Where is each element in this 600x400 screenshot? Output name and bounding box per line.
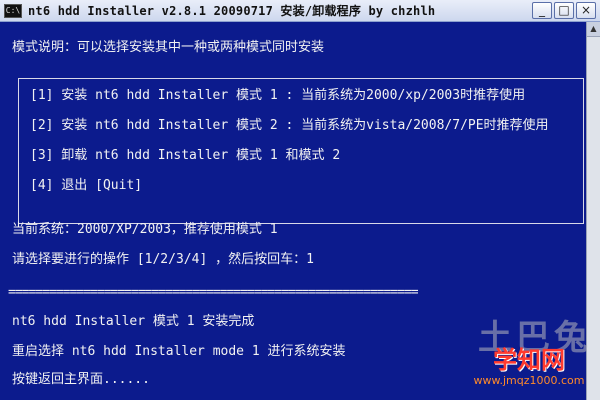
current-system-line: 当前系统：2000/XP/2003，推荐使用模式 1 xyxy=(12,222,278,237)
watermark-url: www.jmqz1000.com xyxy=(473,374,585,387)
result-line-2: 重启选择 nt6 hdd Installer mode 1 进行系统安装 xyxy=(12,344,346,359)
option-2: [2] 安装 nt6 hdd Installer 模式 2 : 当前系统为vis… xyxy=(30,118,549,133)
mode-description: 模式说明：可以选择安装其中一种或两种模式同时安装 xyxy=(12,40,325,55)
window-title: nt6 hdd Installer v2.8.1 20090717 安装/卸载程… xyxy=(28,4,436,18)
watermark-logo: 学知网 www.jmqz1000.com xyxy=(470,346,588,398)
prompt-line: 请选择要进行的操作 [1/2/3/4] ，然后按回车：1 xyxy=(12,252,314,267)
option-1: [1] 安装 nt6 hdd Installer 模式 1 : 当前系统为200… xyxy=(30,88,526,103)
minimize-button[interactable]: _ xyxy=(532,2,552,19)
result-line-3: 按键返回主界面...... xyxy=(12,372,150,387)
close-button[interactable]: × xyxy=(576,2,596,19)
console-icon[interactable]: C:\ xyxy=(4,3,22,18)
watermark-title: 学知网 xyxy=(493,346,565,374)
option-3: [3] 卸载 nt6 hdd Installer 模式 1 和模式 2 xyxy=(30,148,341,163)
scroll-up-arrow-icon[interactable]: ▲ xyxy=(587,22,600,37)
result-line-1: nt6 hdd Installer 模式 1 安装完成 xyxy=(12,314,255,329)
maximize-button[interactable]: □ xyxy=(554,2,574,19)
window-controls: _ □ × xyxy=(532,2,596,19)
option-4: [4] 退出 [Quit] xyxy=(30,178,143,193)
console-window: C:\ nt6 hdd Installer v2.8.1 20090717 安装… xyxy=(0,0,600,400)
separator-line: ========================================… xyxy=(8,286,419,300)
title-bar[interactable]: C:\ nt6 hdd Installer v2.8.1 20090717 安装… xyxy=(0,0,600,22)
